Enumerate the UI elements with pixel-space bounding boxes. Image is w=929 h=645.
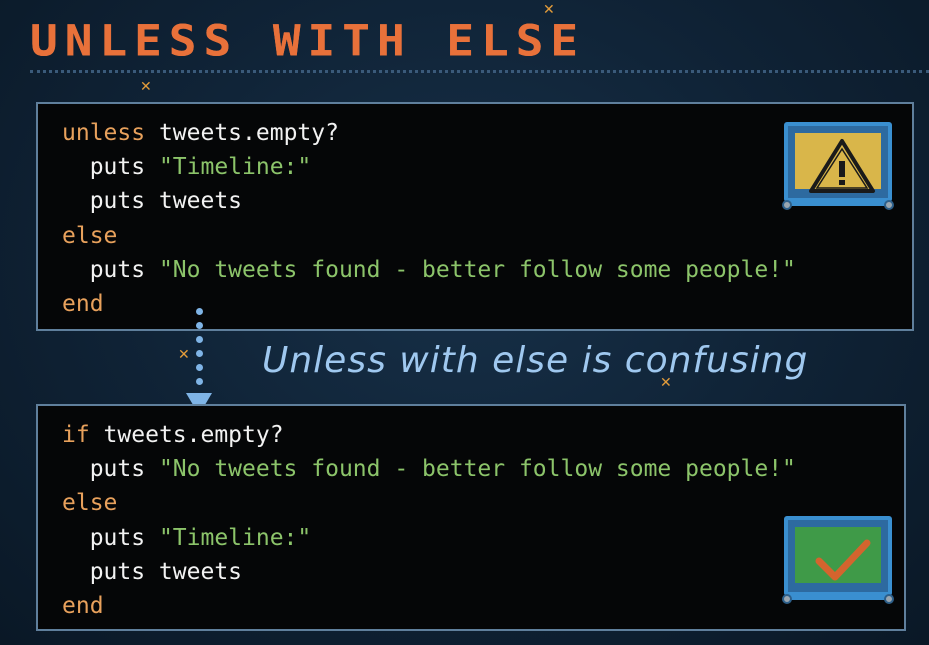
- if-code-block: if tweets.empty? puts "No tweets found -…: [62, 418, 796, 623]
- code-line: end: [62, 287, 796, 321]
- code-keyword: else: [62, 490, 118, 517]
- code-line: else: [62, 486, 796, 520]
- sparkle-icon: ✕: [178, 347, 190, 363]
- code-text: puts tweets: [62, 558, 243, 585]
- code-string: "No tweets found - better follow some pe…: [158, 256, 796, 283]
- slide-title: UNLESS WITH ELSE: [30, 16, 586, 66]
- checkmark-monitor-icon: [782, 516, 894, 604]
- code-text: tweets.empty?: [145, 120, 339, 146]
- code-line: if tweets.empty?: [62, 418, 796, 452]
- code-string: "No tweets found - better follow some pe…: [158, 456, 796, 483]
- code-text: puts: [62, 524, 159, 551]
- code-line: puts "Timeline:": [62, 521, 796, 555]
- unless-code-panel: unless tweets.empty? puts "Timeline:" pu…: [36, 102, 914, 331]
- code-line: puts "No tweets found - better follow so…: [62, 452, 796, 486]
- sparkle-icon: ✕: [140, 79, 152, 95]
- code-line: puts tweets: [62, 555, 796, 589]
- code-text: puts: [62, 456, 159, 483]
- code-keyword: unless: [62, 120, 146, 146]
- code-keyword: end: [62, 592, 104, 619]
- code-keyword: if: [62, 422, 90, 448]
- unless-code-block: unless tweets.empty? puts "Timeline:" pu…: [62, 116, 796, 321]
- code-line: else: [62, 219, 796, 253]
- warning-monitor-icon: [782, 122, 894, 210]
- caption-text: Unless with else is confusing: [262, 340, 809, 381]
- if-code-panel: if tweets.empty? puts "No tweets found -…: [36, 404, 906, 631]
- code-line: puts "Timeline:": [62, 150, 796, 184]
- code-text: tweets.empty?: [89, 422, 284, 448]
- code-line: puts "No tweets found - better follow so…: [62, 253, 796, 287]
- code-string: "Timeline:": [158, 154, 312, 181]
- code-line: puts tweets: [62, 184, 796, 218]
- code-text: puts tweets: [62, 188, 243, 215]
- code-keyword: else: [62, 222, 118, 249]
- code-text: puts: [62, 256, 159, 283]
- code-string: "Timeline:": [158, 524, 312, 551]
- code-keyword: end: [62, 290, 104, 317]
- code-line: unless tweets.empty?: [62, 116, 796, 150]
- title-divider: [30, 70, 929, 73]
- code-text: puts: [62, 154, 159, 181]
- sparkle-icon: ✕: [543, 2, 555, 18]
- code-line: end: [62, 589, 796, 623]
